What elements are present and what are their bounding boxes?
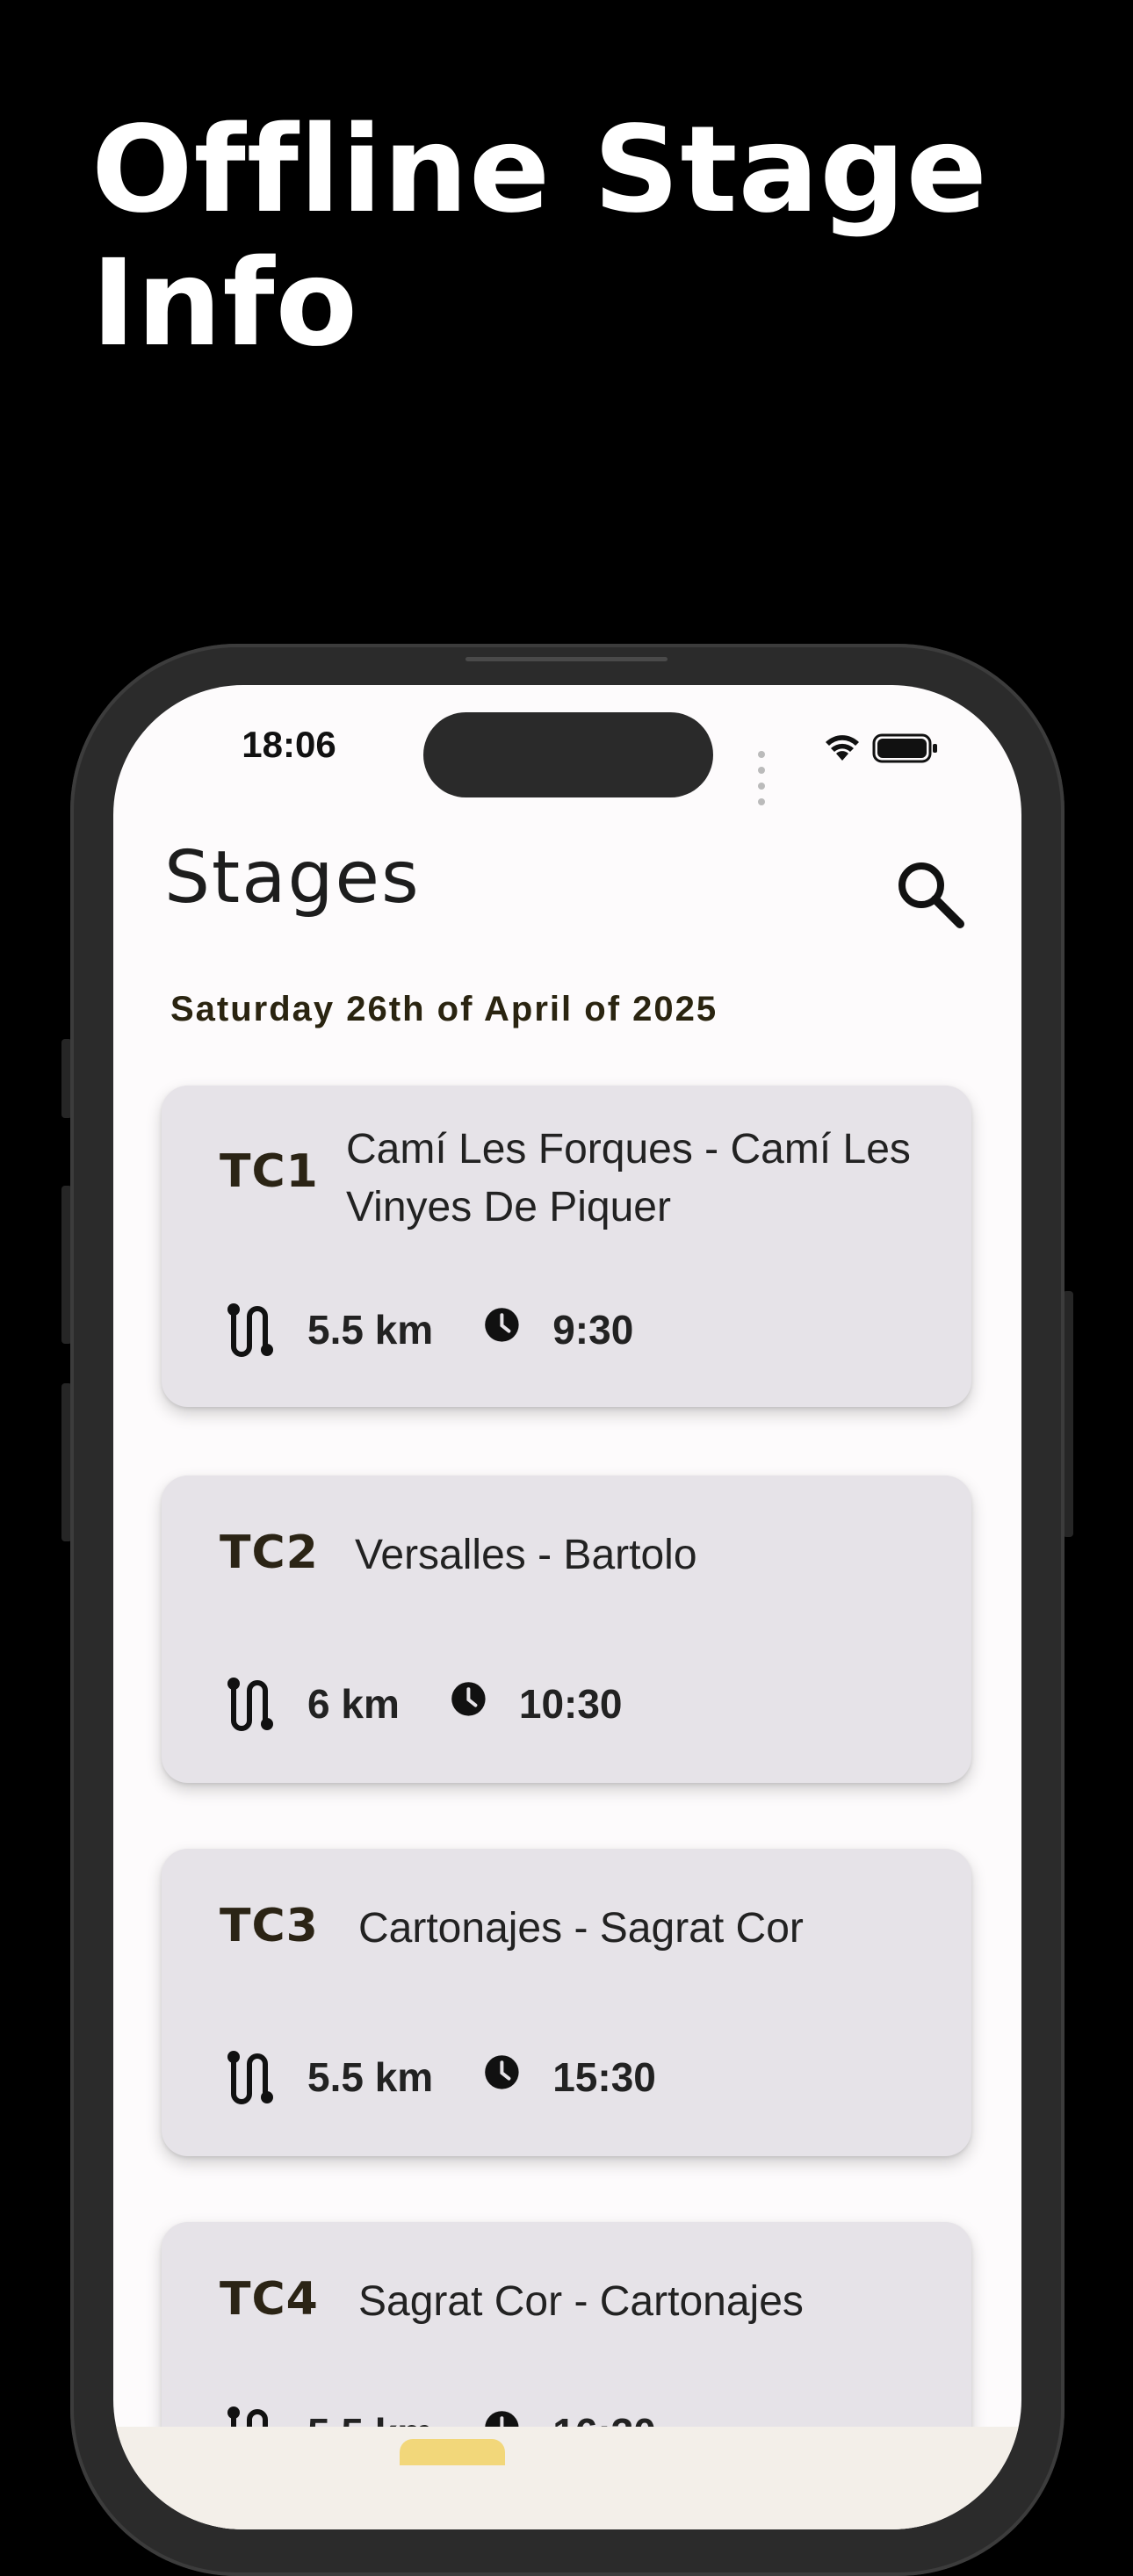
stage-name: Camí Les Forques - Camí Les Vinyes De Pi…	[346, 1121, 911, 1237]
clock-icon	[485, 1308, 519, 1342]
route-icon	[227, 1303, 273, 1357]
battery-icon	[872, 733, 937, 763]
date-label: Saturday 26th of April of 2025	[170, 990, 718, 1028]
wifi-icon	[826, 735, 859, 761]
nav-active-indicator	[400, 2439, 505, 2465]
stage-code: TC1	[220, 1145, 319, 1198]
stage-code: TC3	[220, 1900, 319, 1952]
stage-name-line1: Versalles - Bartolo	[355, 1532, 697, 1578]
route-icon	[227, 1678, 273, 1731]
stage-meta: 6 km 10:30	[220, 1669, 623, 1739]
stage-distance: 5.5 km	[307, 1307, 434, 1353]
page-title: Stages	[164, 836, 421, 920]
promo-headline: Offline Stage Info	[91, 104, 1057, 371]
stage-distance: 6 km	[307, 1681, 400, 1727]
stage-time: 10:30	[518, 1681, 623, 1727]
stage-name-line1: Sagrat Cor - Cartonajes	[358, 2278, 804, 2325]
clock-icon	[451, 1682, 486, 1716]
stage-time: 15:30	[552, 2054, 656, 2100]
dynamic-island	[423, 712, 713, 797]
stage-code: TC4	[220, 2273, 319, 2326]
cellular-signal-icon	[758, 747, 769, 810]
stage-name-line2: Vinyes De Piquer	[346, 1184, 671, 1230]
search-icon	[898, 862, 964, 928]
stage-card-tc1[interactable]: TC1 Camí Les Forques - Camí Les Vinyes D…	[162, 1086, 971, 1407]
stage-card-tc3[interactable]: TC3 Cartonajes - Sagrat Cor 5.5 km 15:30	[162, 1849, 971, 2156]
clock-icon	[485, 2055, 519, 2089]
search-button[interactable]	[888, 852, 972, 936]
phone-screen: 18:06 Stages Saturday 26th of April of 2…	[113, 685, 1021, 2529]
route-icon	[227, 2051, 273, 2104]
stage-name: Sagrat Cor - Cartonajes	[358, 2273, 804, 2331]
stage-name-line1: Cartonajes - Sagrat Cor	[358, 1905, 804, 1952]
stage-name-line1: Camí Les Forques - Camí Les	[346, 1126, 911, 1173]
stage-distance: 5.5 km	[307, 2054, 434, 2100]
stage-card-tc2[interactable]: TC2 Versalles - Bartolo 6 km 10:30	[162, 1476, 971, 1783]
phone-speaker	[465, 657, 668, 661]
stage-meta: 5.5 km 9:30	[220, 1295, 633, 1365]
bottom-navigation-bar	[113, 2427, 1021, 2529]
promo-headline-line1: Offline Stage	[91, 101, 988, 240]
stage-time: 9:30	[552, 1307, 634, 1353]
stage-meta: 5.5 km 15:30	[220, 2042, 656, 2112]
stage-name: Versalles - Bartolo	[355, 1526, 697, 1584]
promo-headline-line2: Info	[91, 235, 359, 373]
status-time: 18:06	[242, 724, 336, 765]
stage-code: TC2	[220, 1526, 319, 1579]
stage-name: Cartonajes - Sagrat Cor	[358, 1900, 804, 1958]
